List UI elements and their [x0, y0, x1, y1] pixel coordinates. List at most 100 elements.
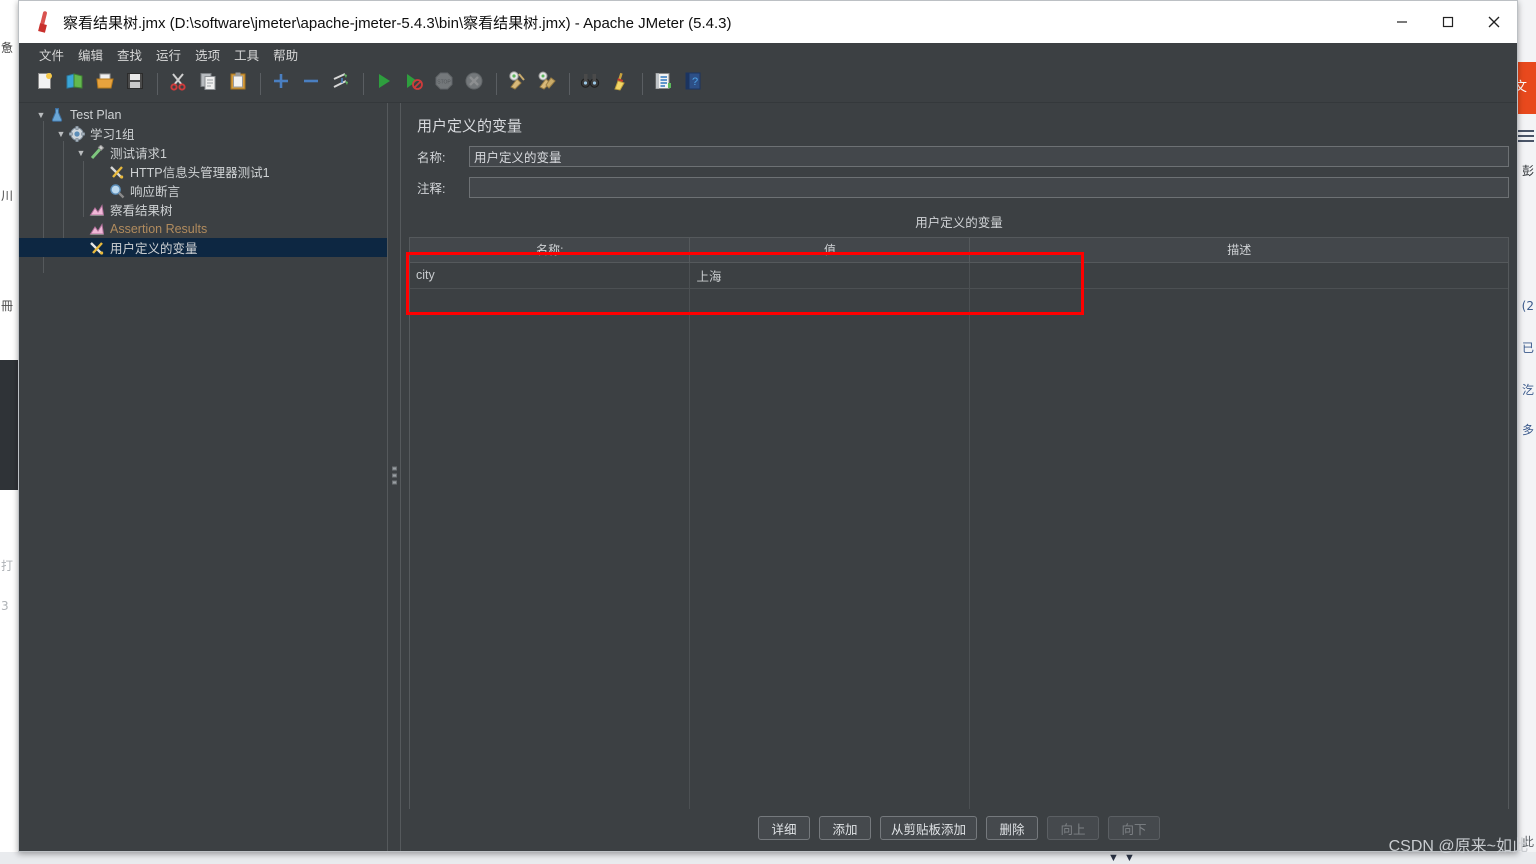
bg-right-glyph-0: (2 — [1521, 299, 1534, 313]
table-action-buttons: 详细 添加 从剪贴板添加 删除 向上 向下 — [409, 809, 1509, 851]
tree-item-user-defined-variables[interactable]: 用户定义的变量 — [19, 238, 387, 257]
toolbar-shutdown — [460, 70, 488, 98]
toolbar-cut[interactable] — [164, 70, 192, 98]
tree-item-http-request[interactable]: ▼ 测试请求1 — [19, 143, 387, 162]
menu-options[interactable]: 选项 — [189, 43, 226, 66]
comment-input[interactable] — [469, 177, 1509, 198]
open-folder-icon — [95, 71, 115, 96]
jmeter-feather-icon — [31, 9, 57, 35]
cell-variable-value[interactable]: 上海 — [689, 262, 971, 289]
expand-plus-icon — [271, 71, 291, 96]
save-floppy-icon — [125, 71, 145, 96]
thread-group-gear-icon — [68, 125, 87, 142]
toolbar-clear-all[interactable] — [533, 70, 561, 98]
bg-right-glyph-3: 多 — [1521, 423, 1534, 437]
twisty-expanded-icon[interactable]: ▼ — [73, 148, 89, 158]
toolbar-open[interactable] — [91, 70, 119, 98]
view-results-tree-icon — [89, 202, 107, 218]
tree-item-view-results-tree[interactable]: 察看结果树 — [19, 200, 387, 219]
move-down-button: 向下 — [1108, 816, 1160, 840]
toolbar-templates[interactable] — [61, 70, 89, 98]
new-document-icon — [35, 71, 55, 96]
name-input[interactable] — [469, 146, 1509, 167]
toolbar-paste[interactable] — [224, 70, 252, 98]
cell-variable-description[interactable] — [969, 262, 1508, 289]
toolbar-function-helper[interactable] — [649, 70, 677, 98]
help-book-icon: ? — [683, 71, 703, 96]
table-header-row: 名称: 值 描述 — [410, 238, 1508, 263]
maximize-button[interactable] — [1425, 1, 1471, 43]
menu-tools[interactable]: 工具 — [228, 43, 265, 66]
bg-left-dark-block — [0, 360, 18, 490]
twisty-expanded-icon[interactable]: ▼ — [33, 110, 49, 120]
window-titlebar[interactable]: 察看结果树.jmx (D:\software\jmeter\apache-jme… — [19, 1, 1517, 43]
toolbar-stop: STOP — [430, 70, 458, 98]
toolbar-clear[interactable] — [503, 70, 531, 98]
tree-item-response-assertion[interactable]: 响应断言 — [19, 181, 387, 200]
toolbar-help[interactable]: ? — [679, 70, 707, 98]
split-pane-divider[interactable] — [387, 103, 401, 851]
assertion-results-icon — [89, 221, 107, 237]
tree-label-assertion-results: Assertion Results — [110, 221, 208, 236]
toolbar: STOP ? — [19, 65, 1517, 103]
add-button[interactable]: 添加 — [818, 816, 871, 840]
stop-icon: STOP — [434, 71, 454, 96]
column-header-value[interactable]: 值 — [689, 238, 971, 263]
table-row[interactable]: city 上海 — [410, 262, 1508, 289]
close-button[interactable] — [1471, 1, 1517, 43]
tree-item-thread-group[interactable]: ▼ 学习1组 — [19, 124, 387, 143]
bg-right-glyph-1: 已 — [1521, 341, 1534, 355]
bg-left-glyph-2: 冊 — [1, 299, 14, 313]
http-request-icon — [89, 143, 107, 161]
tree-item-test-plan[interactable]: ▼ Test Plan — [19, 105, 387, 124]
bg-left-glyph-4: 3 — [1, 599, 9, 613]
toolbar-collapse-all[interactable] — [297, 70, 325, 98]
delete-button[interactable]: 删除 — [986, 816, 1038, 840]
cell-variable-name[interactable]: city — [410, 262, 691, 289]
main-split-pane: ▼ Test Plan ▼ 学习1组 ▼ 测试请求1 HTTP信息头管理器测试1… — [19, 103, 1517, 851]
menu-file[interactable]: 文件 — [33, 43, 70, 66]
user-variables-icon — [89, 240, 107, 256]
menu-help[interactable]: 帮助 — [267, 43, 304, 66]
toolbar-toggle[interactable] — [327, 70, 355, 98]
menu-search[interactable]: 查找 — [111, 43, 148, 66]
toolbar-separator-1 — [157, 72, 158, 95]
menu-edit[interactable]: 编辑 — [72, 43, 109, 66]
splitter-grip[interactable] — [392, 466, 397, 488]
tree-label-view-results-tree: 察看结果树 — [110, 204, 173, 218]
detail-button[interactable]: 详细 — [757, 816, 810, 840]
tree-label-header-manager: HTTP信息头管理器测试1 — [130, 166, 270, 180]
tree-label-thread-group: 学习1组 — [90, 128, 135, 142]
templates-icon — [65, 71, 85, 96]
toolbar-save[interactable] — [121, 70, 149, 98]
collapse-minus-icon — [301, 71, 321, 96]
shutdown-icon — [464, 71, 484, 96]
function-helper-icon — [653, 71, 673, 96]
copy-icon — [198, 71, 218, 96]
add-from-clipboard-button[interactable]: 从剪贴板添加 — [879, 816, 977, 840]
tree-item-assertion-results[interactable]: Assertion Results — [19, 219, 387, 238]
toolbar-copy[interactable] — [194, 70, 222, 98]
column-header-description[interactable]: 描述 — [969, 238, 1508, 263]
svg-text:?: ? — [692, 76, 698, 88]
toolbar-expand-all[interactable] — [267, 70, 295, 98]
taskbar-sliver — [0, 852, 1536, 864]
test-plan-flask-icon — [49, 107, 67, 123]
move-up-button: 向上 — [1047, 816, 1099, 840]
column-header-name[interactable]: 名称: — [410, 238, 691, 263]
twisty-expanded-icon[interactable]: ▼ — [53, 129, 69, 139]
toolbar-reset-search[interactable] — [606, 70, 634, 98]
menu-run[interactable]: 运行 — [150, 43, 187, 66]
tree-item-header-manager[interactable]: HTTP信息头管理器测试1 — [19, 162, 387, 181]
test-plan-tree[interactable]: ▼ Test Plan ▼ 学习1组 ▼ 测试请求1 HTTP信息头管理器测试1… — [19, 103, 387, 851]
toolbar-search[interactable] — [576, 70, 604, 98]
bg-right-glyph-mark: 彭 — [1521, 164, 1534, 178]
bg-right-glyph-2: 汔 — [1521, 383, 1534, 397]
tree-label-http-request: 测试请求1 — [110, 147, 167, 161]
tree-label-user-defined-variables: 用户定义的变量 — [110, 242, 198, 256]
toolbar-new[interactable] — [31, 70, 59, 98]
toolbar-start[interactable] — [370, 70, 398, 98]
comment-field-label: 注释: — [417, 182, 446, 196]
minimize-button[interactable] — [1379, 1, 1425, 43]
toolbar-start-no-pauses[interactable] — [400, 70, 428, 98]
